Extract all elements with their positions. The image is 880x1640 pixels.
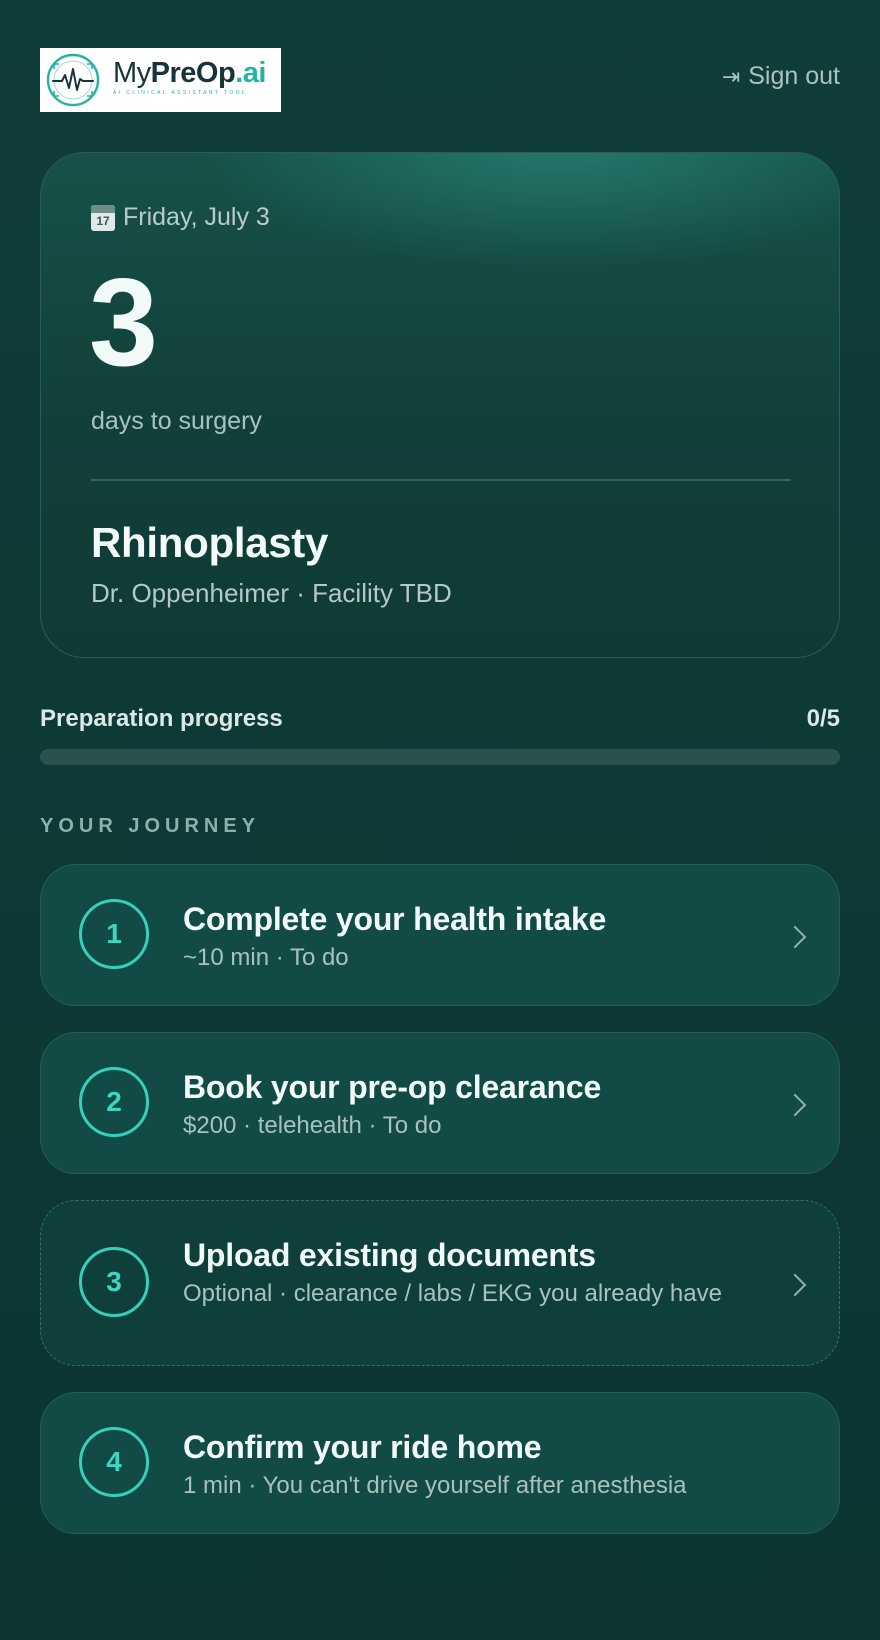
- step-subtitle: 1 min · You can't drive yourself after a…: [183, 1472, 687, 1499]
- chevron-right-icon: [783, 925, 807, 949]
- days-label: days to surgery: [91, 407, 262, 435]
- step-subtitle: ~10 min · To do: [183, 944, 349, 971]
- chevron-right-icon: [783, 1273, 807, 1297]
- journey-step-upload-documents[interactable]: 3 Upload existing documents Optional · c…: [40, 1200, 840, 1366]
- surgery-date: 17 Friday, July 3: [91, 203, 270, 232]
- step-subtitle: Optional · clearance / labs / EKG you al…: [183, 1280, 722, 1307]
- app-page: MyPreOp.ai AI CLINICAL ASSISTANT TOOL ⇥ …: [0, 0, 880, 1640]
- journey-section-title: YOUR JOURNEY: [40, 815, 261, 837]
- chevron-right-icon: [783, 1093, 807, 1117]
- progress-label: Preparation progress: [40, 705, 283, 732]
- sign-out-label: Sign out: [748, 62, 840, 90]
- progress-count: 0/5: [806, 705, 840, 732]
- step-title: Complete your health intake: [183, 901, 607, 937]
- card-divider: [91, 479, 791, 481]
- step-number-badge: 3: [79, 1247, 149, 1317]
- step-title: Book your pre-op clearance: [183, 1069, 602, 1105]
- progress-bar: [40, 749, 840, 765]
- days-count: 3: [89, 254, 158, 392]
- procedure-name: Rhinoplasty: [91, 519, 329, 566]
- step-number-badge: 2: [79, 1067, 149, 1137]
- heartbeat-logo-icon: [46, 53, 100, 107]
- header: MyPreOp.ai AI CLINICAL ASSISTANT TOOL ⇥ …: [40, 48, 840, 112]
- journey-step-ride-home[interactable]: 4 Confirm your ride home 1 min · You can…: [40, 1392, 840, 1534]
- step-title: Upload existing documents: [183, 1237, 596, 1273]
- journey-step-health-intake[interactable]: 1 Complete your health intake ~10 min · …: [40, 864, 840, 1006]
- journey-step-preop-clearance[interactable]: 2 Book your pre-op clearance $200 · tele…: [40, 1032, 840, 1174]
- step-subtitle: $200 · telehealth · To do: [183, 1112, 442, 1139]
- procedure-details: Dr. Oppenheimer · Facility TBD: [91, 578, 452, 608]
- step-number-badge: 4: [79, 1427, 149, 1497]
- step-title: Confirm your ride home: [183, 1429, 542, 1465]
- arrow-to-right-icon: ⇥: [721, 63, 741, 89]
- brand-logo[interactable]: MyPreOp.ai AI CLINICAL ASSISTANT TOOL: [40, 48, 281, 112]
- surgery-date-text: Friday, July 3: [123, 203, 270, 231]
- step-number-badge: 1: [79, 899, 149, 969]
- calendar-icon: 17: [91, 204, 115, 231]
- surgery-countdown-card: 17 Friday, July 3 3 days to surgery Rhin…: [40, 152, 840, 658]
- brand-tagline: AI CLINICAL ASSISTANT TOOL: [113, 90, 248, 96]
- brand-name: MyPreOp.ai: [113, 57, 266, 89]
- sign-out-button[interactable]: ⇥ Sign out: [722, 62, 840, 91]
- brand-wordmark: MyPreOp.ai AI CLINICAL ASSISTANT TOOL: [113, 58, 266, 96]
